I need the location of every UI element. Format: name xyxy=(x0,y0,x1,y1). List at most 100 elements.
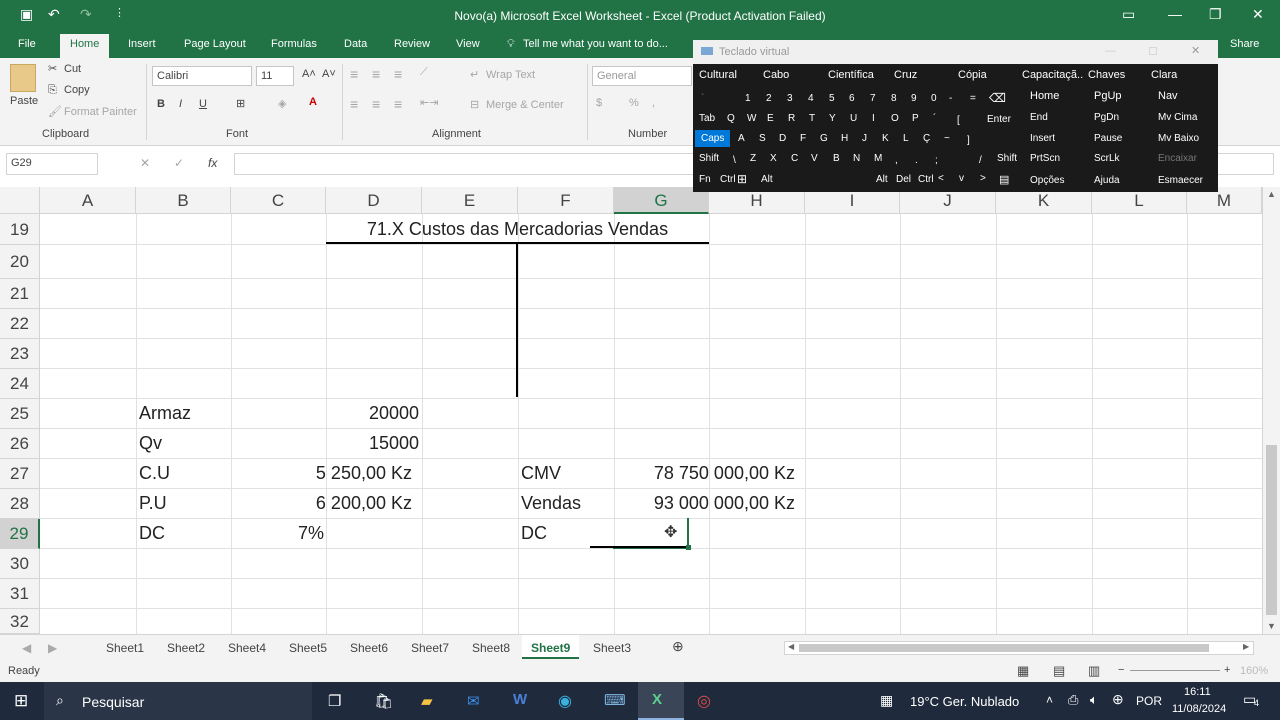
osk-nav-key[interactable]: PgDn xyxy=(1094,112,1119,123)
osk-key[interactable]: A xyxy=(738,133,745,144)
osk-category[interactable]: Cópia xyxy=(958,69,987,81)
row-header[interactable]: 22 xyxy=(0,309,40,339)
osk-key[interactable]: / xyxy=(979,155,982,166)
osk-key[interactable]: 7 xyxy=(870,93,876,104)
taskbar-search-box[interactable]: ⌕ Pesquisar xyxy=(44,682,312,720)
copy-button[interactable]: Copy xyxy=(64,84,90,96)
cell-b25[interactable]: Armaz xyxy=(139,403,191,424)
osk-key[interactable]: N xyxy=(853,153,860,164)
osk-key[interactable]: ] xyxy=(967,135,970,146)
cut-button[interactable]: Cut xyxy=(64,63,81,75)
fill-handle[interactable] xyxy=(686,545,691,550)
edge-icon[interactable]: ◉ xyxy=(558,691,572,711)
row-header[interactable]: 21 xyxy=(0,279,40,309)
row-header[interactable]: 27 xyxy=(0,459,40,489)
file-explorer-icon[interactable]: ▰ xyxy=(421,692,433,710)
osk-nav-key[interactable]: Pause xyxy=(1094,133,1122,144)
percent-button[interactable]: % xyxy=(629,97,639,109)
merge-center-button[interactable]: Merge & Center xyxy=(486,99,564,111)
mail-icon[interactable]: ✉ xyxy=(467,692,480,710)
osk-key[interactable]: Q xyxy=(727,113,735,124)
cell-d26[interactable]: 15000 xyxy=(326,433,419,454)
osk-key[interactable]: X xyxy=(770,153,777,164)
store-icon[interactable]: 🛍︎ xyxy=(374,692,393,710)
column-header[interactable]: A xyxy=(40,187,136,214)
osk-key-shift-right[interactable]: Shift xyxy=(997,153,1017,164)
windows-key-icon[interactable]: ⊞ xyxy=(737,172,747,186)
row-header[interactable]: 31 xyxy=(0,579,40,609)
osk-key-del[interactable]: Del xyxy=(896,174,911,185)
align-right-icon[interactable]: ≡ xyxy=(394,96,402,112)
cell-g27[interactable]: 78 750 000,00 Kz xyxy=(614,463,795,484)
row-header[interactable]: 32 xyxy=(0,609,40,634)
sheet-tab[interactable]: Sheet2 xyxy=(167,641,205,655)
osk-nav-key[interactable]: PgUp xyxy=(1094,90,1122,102)
wrap-text-button[interactable]: Wrap Text xyxy=(486,69,535,81)
font-name-select[interactable]: Calibri xyxy=(152,66,252,86)
osk-key[interactable]: 4 xyxy=(808,93,814,104)
osk-key[interactable]: ; xyxy=(935,155,938,166)
osk-key-tab[interactable]: Tab xyxy=(699,113,715,124)
osk-key[interactable]: Y xyxy=(829,113,836,124)
osk-key[interactable]: Z xyxy=(750,153,756,164)
format-painter-button[interactable]: Format Painter xyxy=(64,106,137,118)
fill-color-icon[interactable]: ◈ xyxy=(278,97,286,110)
osk-key[interactable]: B xyxy=(833,153,840,164)
osk-key[interactable]: W xyxy=(747,113,756,124)
tab-home[interactable]: Home xyxy=(60,34,110,58)
osk-key[interactable]: , xyxy=(895,155,898,166)
italic-button[interactable]: I xyxy=(179,98,182,110)
osk-key[interactable]: J xyxy=(862,133,867,144)
page-layout-view-icon[interactable]: ▤ xyxy=(1053,663,1065,679)
cell-f27[interactable]: CMV xyxy=(521,463,561,484)
osk-nav-key[interactable]: Encaixar xyxy=(1158,153,1197,164)
osk-key[interactable]: G xyxy=(820,133,828,144)
row-header[interactable]: 20 xyxy=(0,245,40,279)
osk-nav-key[interactable]: Home xyxy=(1030,90,1059,102)
maximize-icon[interactable]: ❐ xyxy=(1209,6,1222,23)
orientation-icon[interactable]: ⟋ xyxy=(420,66,428,79)
page-break-view-icon[interactable]: ▥ xyxy=(1088,663,1100,679)
osk-nav-key[interactable]: PrtScn xyxy=(1030,153,1060,164)
menu-key-icon[interactable]: ▤ xyxy=(999,173,1009,186)
tab-insert[interactable]: Insert xyxy=(128,38,156,50)
osk-key[interactable]: T xyxy=(809,113,815,124)
indent-icon[interactable]: ⇤⇥ xyxy=(420,96,438,109)
align-left-icon[interactable]: ≡ xyxy=(350,96,358,112)
arrow-right-icon[interactable]: > xyxy=(980,173,986,184)
bold-button[interactable]: B xyxy=(157,98,165,110)
sheet-tab[interactable]: Sheet7 xyxy=(411,641,449,655)
column-header[interactable]: F xyxy=(518,187,614,214)
active-cell-g29[interactable] xyxy=(613,518,689,549)
cell-c29[interactable]: 7% xyxy=(231,523,324,544)
osk-key-ctrl-right[interactable]: Ctrl xyxy=(918,174,934,185)
recorder-icon[interactable]: ◎ xyxy=(697,691,711,711)
wrap-text-icon[interactable]: ↵ xyxy=(470,68,479,81)
sheet-tab[interactable]: Sheet6 xyxy=(350,641,388,655)
prev-sheet-icon[interactable]: ◀ xyxy=(22,641,31,655)
sheet-tab[interactable]: Sheet8 xyxy=(472,641,510,655)
sheet-tab[interactable]: Sheet1 xyxy=(106,641,144,655)
name-box[interactable]: G29 xyxy=(6,153,98,175)
osk-key[interactable]: = xyxy=(970,93,976,104)
row-header[interactable]: 30 xyxy=(0,549,40,579)
osk-key[interactable]: D xyxy=(779,133,786,144)
cell-c27[interactable]: 5 250,00 Kz xyxy=(231,463,412,484)
start-icon[interactable]: ⊞ xyxy=(14,691,28,711)
osk-key[interactable]: M xyxy=(874,153,882,164)
osk-key-alt[interactable]: Alt xyxy=(761,174,773,185)
osk-category[interactable]: Clara xyxy=(1151,69,1177,81)
tab-data[interactable]: Data xyxy=(344,38,367,50)
align-middle-icon[interactable]: ≡ xyxy=(372,66,380,82)
osk-key[interactable]: I xyxy=(872,113,875,124)
enter-icon[interactable]: ✓ xyxy=(174,156,184,170)
osk-nav-key[interactable]: Esmaecer xyxy=(1158,175,1203,186)
osk-key[interactable]: 6 xyxy=(849,93,855,104)
osk-key[interactable]: K xyxy=(882,133,889,144)
osk-key[interactable]: C xyxy=(791,153,798,164)
row-header[interactable]: 24 xyxy=(0,369,40,399)
osk-nav-key[interactable]: Insert xyxy=(1030,133,1055,144)
font-size-select[interactable]: 11 xyxy=(256,66,294,86)
column-header[interactable]: D xyxy=(326,187,422,214)
clock-date[interactable]: 11/08/2024 xyxy=(1172,703,1226,715)
